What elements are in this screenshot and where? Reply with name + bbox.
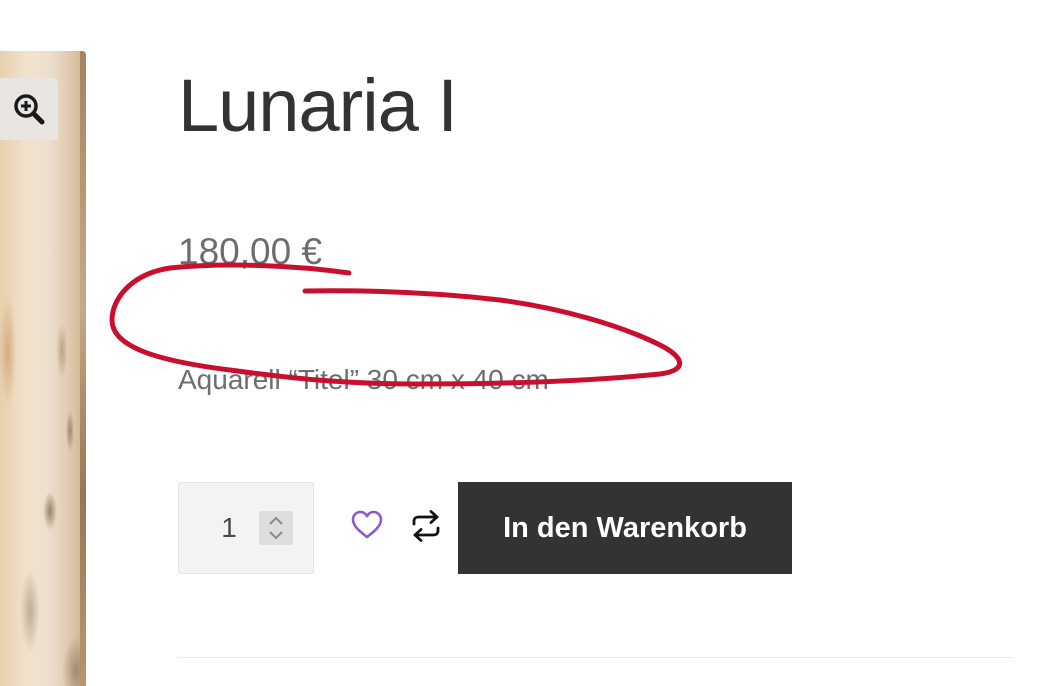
product-title: Lunaria I <box>178 64 458 147</box>
product-price: 180,00 € <box>178 231 323 272</box>
divider <box>178 657 1012 658</box>
annotation-circle <box>109 262 683 387</box>
compare-button[interactable] <box>406 506 446 546</box>
add-to-cart-button[interactable]: In den Warenkorb <box>458 482 792 574</box>
product-page: Lunaria I 180,00 € Aquarell “Titel” 30 c… <box>0 0 1038 686</box>
product-short-description: Aquarell “Titel” 30 cm x 40 cm <box>178 364 549 395</box>
product-image[interactable] <box>0 51 86 686</box>
zoom-in-icon <box>14 94 45 125</box>
quantity-spinner[interactable] <box>259 511 293 545</box>
quantity-input[interactable]: 1 <box>217 483 241 573</box>
wishlist-button[interactable] <box>348 506 386 544</box>
quantity-stepper[interactable]: 1 <box>178 482 314 574</box>
heart-icon <box>351 510 383 539</box>
chevron-up-down-icon <box>269 516 283 540</box>
zoom-button[interactable] <box>0 78 58 140</box>
compare-arrows-icon <box>412 510 440 542</box>
